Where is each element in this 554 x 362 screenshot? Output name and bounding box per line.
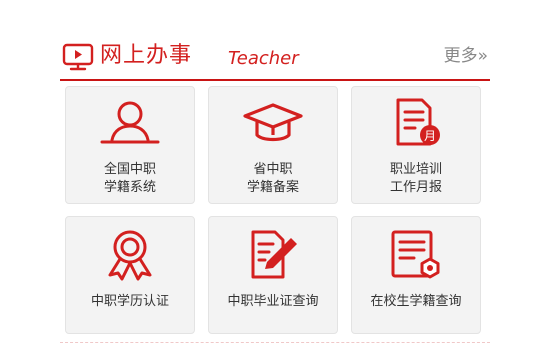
service-label: 全国中职 学籍系统 — [103, 162, 156, 195]
person-icon — [100, 101, 160, 144]
service-tile-diploma-certification[interactable]: 中职学历认证 — [65, 216, 195, 334]
service-label: 职业培训 工作月报 — [389, 162, 442, 195]
monthly-report-icon: 月 — [396, 98, 440, 146]
graduation-cap-icon — [243, 103, 303, 142]
service-label: 在校生学籍查询 — [370, 294, 462, 309]
service-tile-graduation-certificate-query[interactable]: 中职毕业证查询 — [208, 216, 338, 334]
bottom-divider — [60, 342, 490, 343]
service-tile-enrolled-student-query[interactable]: 在校生学籍查询 — [351, 216, 481, 334]
service-grid: 全国中职 学籍系统 省中职 学籍备案 月 职业培训 工作月报 中职学历认证 中职… — [65, 86, 483, 336]
service-label: 省中职 学籍备案 — [246, 162, 299, 195]
more-link[interactable]: 更多» — [444, 44, 488, 68]
monitor-icon — [62, 43, 94, 71]
service-tile-provincial-student-filing[interactable]: 省中职 学籍备案 — [208, 86, 338, 204]
service-tile-national-student-system[interactable]: 全国中职 学籍系统 — [65, 86, 195, 204]
service-tile-training-monthly-report[interactable]: 月 职业培训 工作月报 — [351, 86, 481, 204]
report-badge: 月 — [424, 129, 436, 143]
certificate-search-icon — [391, 230, 440, 279]
award-ribbon-icon — [108, 230, 152, 281]
section-header: 网上办事 Teacher 更多» — [60, 38, 490, 80]
service-label: 中职学历认证 — [90, 294, 169, 309]
header-divider — [60, 79, 490, 81]
document-edit-icon — [251, 230, 297, 279]
service-label: 中职毕业证查询 — [227, 294, 319, 309]
section-subtitle: Teacher — [228, 48, 299, 69]
section-title: 网上办事 — [100, 43, 193, 68]
